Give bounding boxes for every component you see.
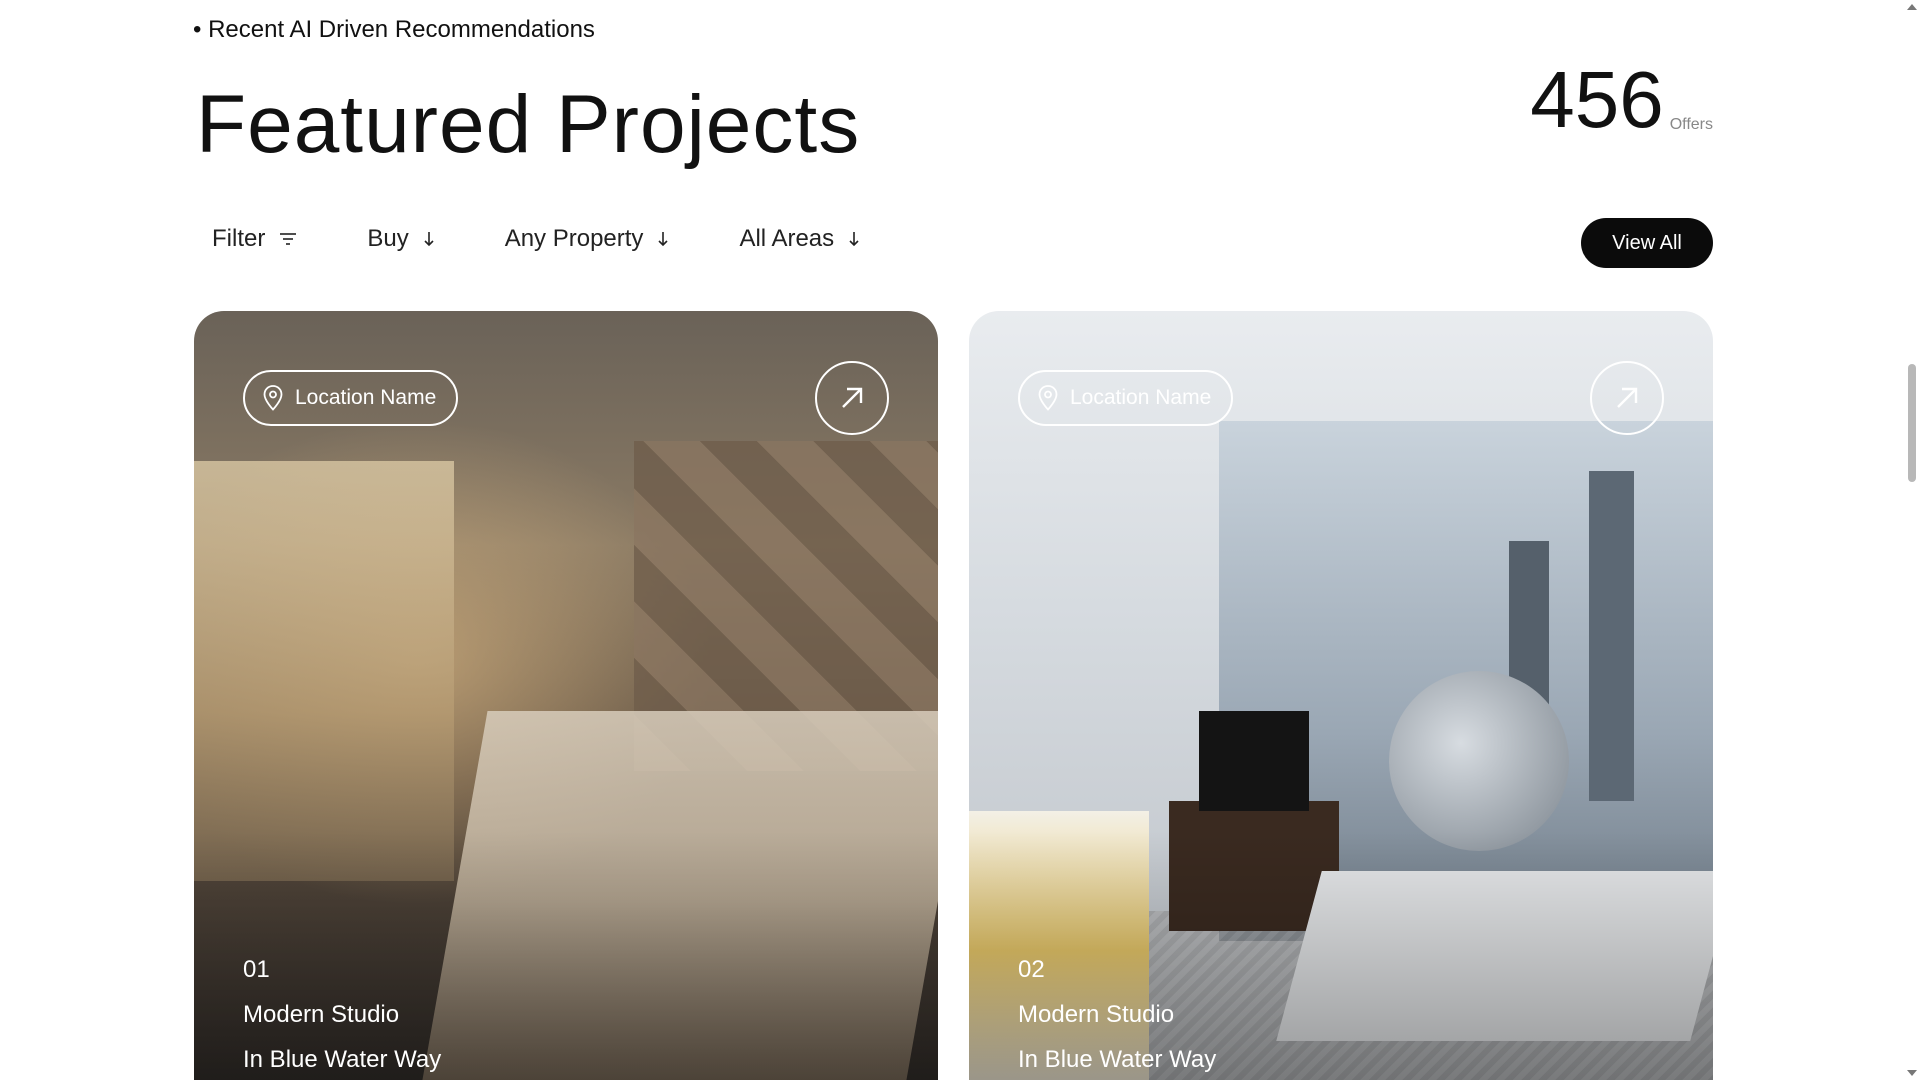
view-all-button[interactable]: View All xyxy=(1581,218,1713,268)
arrow-up-right-icon xyxy=(1617,387,1638,408)
offers-count: 456 xyxy=(1530,55,1664,144)
open-project-button[interactable] xyxy=(1590,361,1664,435)
filter-button[interactable]: Filter xyxy=(212,225,297,253)
card-info: 01 Modern Studio In Blue Water Way xyxy=(243,947,441,1080)
card-number: 02 xyxy=(1018,956,1045,983)
card-title: Modern Studio xyxy=(1018,1001,1175,1028)
filter-lines-icon xyxy=(280,233,297,245)
scroll-up-icon[interactable] xyxy=(1907,4,1917,10)
arrow-up-right-icon xyxy=(842,387,863,408)
scrollbar-thumb[interactable] xyxy=(1908,364,1916,482)
card-subtitle: In Blue Water Way xyxy=(243,1046,442,1073)
scroll-down-icon[interactable] xyxy=(1907,1070,1917,1076)
areas-dropdown[interactable]: All Areas xyxy=(739,225,860,253)
card-number: 01 xyxy=(243,956,270,983)
buy-dropdown[interactable]: Buy xyxy=(367,225,434,253)
property-dropdown[interactable]: Any Property xyxy=(505,225,670,253)
property-label: Any Property xyxy=(504,225,644,252)
project-card-2[interactable]: Location Name 02 Modern Studio In Blue W… xyxy=(969,311,1713,1080)
offers-label: Offers xyxy=(1669,116,1713,133)
open-project-button[interactable] xyxy=(815,361,889,435)
page-title: Featured Projects xyxy=(196,79,861,170)
location-label: Location Name xyxy=(1070,386,1212,409)
areas-label: All Areas xyxy=(739,225,835,252)
location-pill[interactable]: Location Name xyxy=(243,370,459,426)
map-pin-icon xyxy=(263,385,283,411)
arrow-down-icon xyxy=(849,232,859,247)
card-info: 02 Modern Studio In Blue Water Way xyxy=(1018,947,1216,1080)
buy-label: Buy xyxy=(367,225,409,252)
location-label: Location Name xyxy=(295,386,437,409)
offers-counter: 456 Offers xyxy=(1530,60,1713,140)
project-card-1[interactable]: Location Name 01 Modern Studio In Blue W… xyxy=(194,311,938,1080)
arrow-down-icon xyxy=(658,232,669,247)
map-pin-icon xyxy=(1038,385,1058,411)
filter-bar: Filter Buy Any Property All Areas xyxy=(212,225,860,253)
arrow-down-icon xyxy=(424,232,434,247)
card-title: Modern Studio xyxy=(243,1001,400,1028)
section-eyebrow: • Recent AI Driven Recommendations xyxy=(193,16,595,43)
location-pill[interactable]: Location Name xyxy=(1018,370,1234,426)
page-scrollbar[interactable] xyxy=(1904,0,1920,1080)
page: • Recent AI Driven Recommendations Featu… xyxy=(0,0,1920,1080)
filter-label: Filter xyxy=(212,225,266,252)
card-subtitle: In Blue Water Way xyxy=(1018,1046,1217,1073)
